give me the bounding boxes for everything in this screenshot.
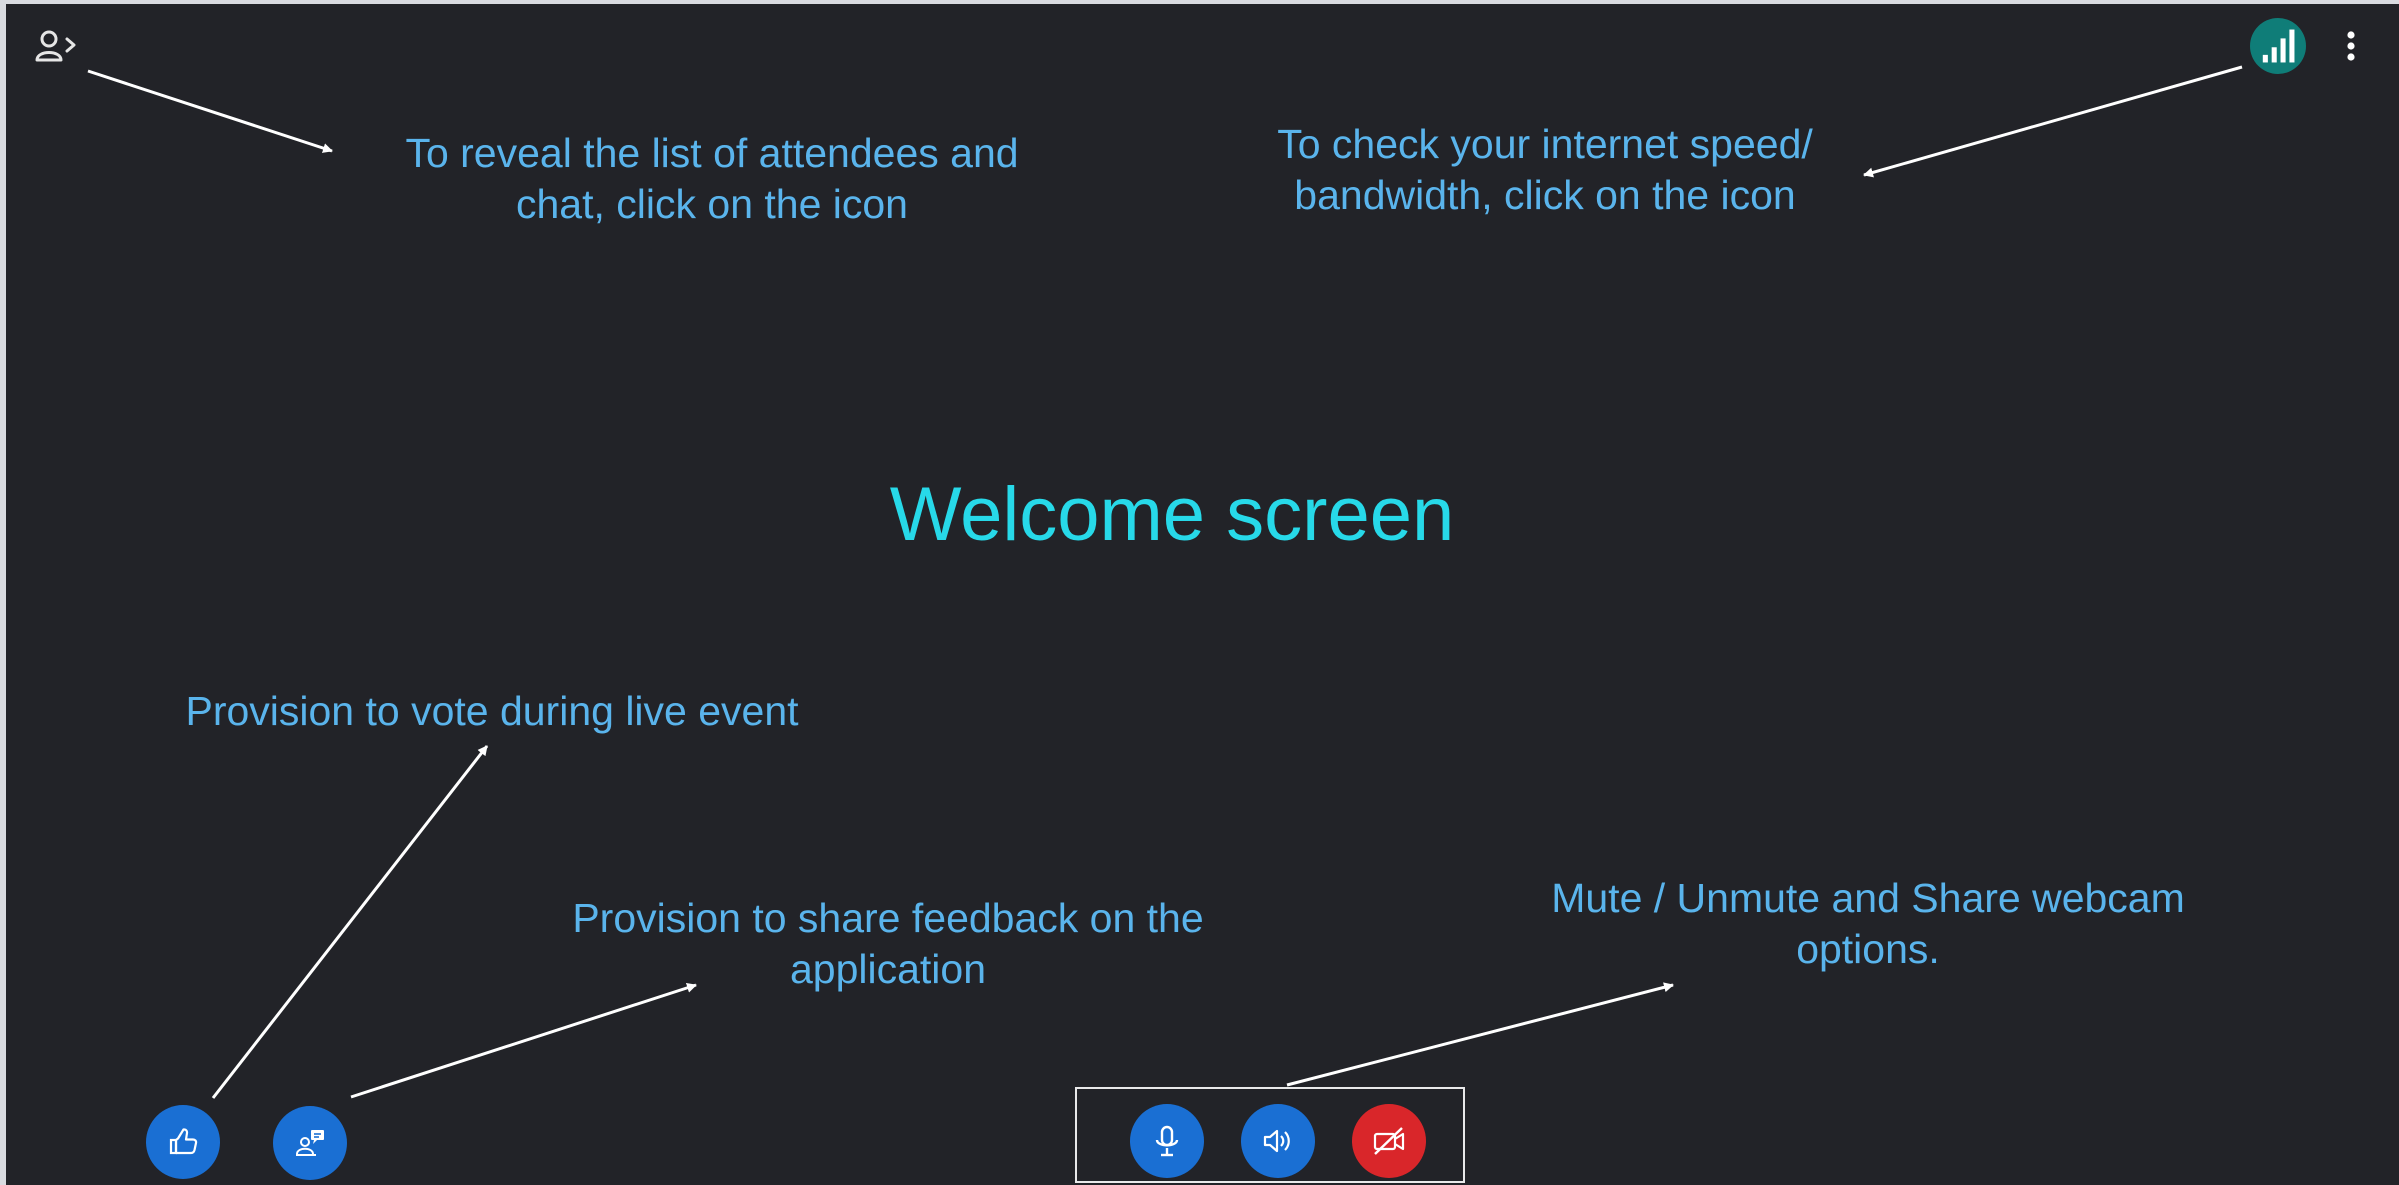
annotation-vote: Provision to vote during live event <box>164 686 820 737</box>
arrow-media <box>1286 982 1674 1087</box>
network-speed-button[interactable] <box>2250 18 2306 74</box>
thumbs-up-icon <box>169 1128 198 1155</box>
speaker-button[interactable] <box>1241 1104 1315 1178</box>
more-menu-button[interactable] <box>2340 26 2362 66</box>
video-off-icon <box>1373 1127 1405 1155</box>
arrow-vote <box>211 745 489 1099</box>
annotation-media: Mute / Unmute and Share webcam options. <box>1508 873 2228 975</box>
annotation-speed: To check your internet speed/ bandwidth,… <box>1235 119 1855 221</box>
annotation-speed-line-2: bandwidth, click on the icon <box>1294 172 1796 218</box>
more-vertical-icon <box>2347 31 2355 61</box>
annotation-arrows <box>87 65 2243 1099</box>
webcam-button[interactable] <box>1352 1104 1426 1178</box>
speaker-icon <box>1263 1129 1290 1153</box>
arrow-speed <box>1863 65 2243 178</box>
annotation-vote-line-1: Provision to vote during live event <box>185 688 799 734</box>
arrow-attendees <box>87 69 333 153</box>
arrow-feedback <box>350 983 697 1099</box>
meeting-stage: To reveal the list of attendees and chat… <box>6 4 2399 1185</box>
annotation-speed-line-1: To check your internet speed/ <box>1277 121 1813 167</box>
feedback-button[interactable] <box>273 1106 347 1180</box>
vote-button[interactable] <box>146 1105 220 1179</box>
feedback-icon <box>296 1130 324 1156</box>
user-chevron-icon <box>35 30 76 62</box>
microphone-icon <box>1155 1125 1179 1157</box>
annotation-media-line-1: Mute / Unmute and Share webcam <box>1551 875 2185 921</box>
microphone-button[interactable] <box>1130 1104 1204 1178</box>
welcome-title: Welcome screen <box>889 472 1455 557</box>
annotation-attendees-line-1: To reveal the list of attendees and <box>405 130 1019 176</box>
attendees-toggle-button[interactable] <box>30 24 82 68</box>
signal-bars-icon <box>2262 29 2295 63</box>
annotation-attendees: To reveal the list of attendees and chat… <box>372 128 1052 230</box>
annotation-feedback-line-2: application <box>789 946 987 992</box>
annotation-feedback: Provision to share feedback on the appli… <box>538 893 1238 995</box>
annotation-attendees-line-2: chat, click on the icon <box>516 181 908 227</box>
annotation-media-line-2: options. <box>1796 926 1940 972</box>
annotation-feedback-line-1: Provision to share feedback on the <box>572 895 1204 941</box>
